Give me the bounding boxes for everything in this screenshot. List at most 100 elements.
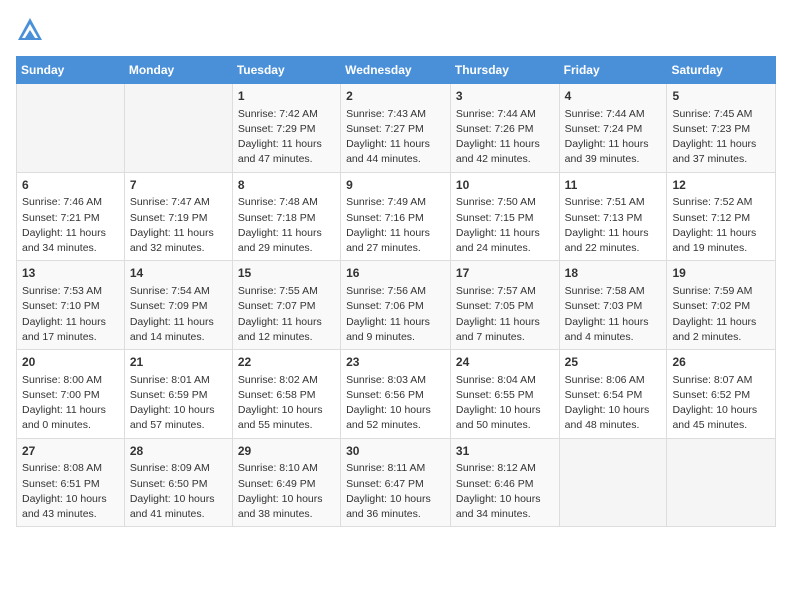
calendar-cell: 3 Sunrise: 7:44 AM Sunset: 7:26 PM Daylig… bbox=[450, 84, 559, 173]
calendar-cell: 29Sunrise: 8:10 AM Sunset: 6:49 PM Dayli… bbox=[232, 438, 340, 527]
calendar-cell: 12Sunrise: 7:52 AM Sunset: 7:12 PM Dayli… bbox=[667, 172, 776, 261]
day-info: Sunrise: 7:59 AM Sunset: 7:02 PM Dayligh… bbox=[672, 284, 770, 345]
day-info: Sunrise: 7:45 AM Sunset: 7:23 PM Dayligh… bbox=[672, 107, 770, 168]
calendar-day-header: Wednesday bbox=[341, 57, 451, 84]
day-number: 27 bbox=[22, 443, 119, 460]
day-info: Sunrise: 8:03 AM Sunset: 6:56 PM Dayligh… bbox=[346, 373, 445, 434]
calendar-day-header: Friday bbox=[559, 57, 667, 84]
day-number: 29 bbox=[238, 443, 335, 460]
calendar-body: 1Sunrise: 7:42 AM Sunset: 7:29 PM Daylig… bbox=[17, 84, 776, 527]
day-info: Sunrise: 8:06 AM Sunset: 6:54 PM Dayligh… bbox=[565, 373, 662, 434]
day-number: 23 bbox=[346, 354, 445, 371]
calendar-header-row: SundayMondayTuesdayWednesdayThursdayFrid… bbox=[17, 57, 776, 84]
day-info: Sunrise: 8:09 AM Sunset: 6:50 PM Dayligh… bbox=[130, 461, 227, 522]
calendar-week-row: 6Sunrise: 7:46 AM Sunset: 7:21 PM Daylig… bbox=[17, 172, 776, 261]
calendar-cell: 24Sunrise: 8:04 AM Sunset: 6:55 PM Dayli… bbox=[450, 350, 559, 439]
calendar-cell: 5 Sunrise: 7:45 AM Sunset: 7:23 PM Daylig… bbox=[667, 84, 776, 173]
day-number: 20 bbox=[22, 354, 119, 371]
day-number: 11 bbox=[565, 177, 662, 194]
calendar-week-row: 13 Sunrise: 7:53 AM Sunset: 7:10 PM Dayli… bbox=[17, 261, 776, 350]
calendar-cell: 23 Sunrise: 8:03 AM Sunset: 6:56 PM Dayli… bbox=[341, 350, 451, 439]
calendar-day-header: Saturday bbox=[667, 57, 776, 84]
day-info: Sunrise: 7:58 AM Sunset: 7:03 PM Dayligh… bbox=[565, 284, 662, 345]
day-number: 28 bbox=[130, 443, 227, 460]
day-info: Sunrise: 7:55 AM Sunset: 7:07 PM Dayligh… bbox=[238, 284, 335, 345]
day-info: Sunrise: 7:51 AM Sunset: 7:13 PM Dayligh… bbox=[565, 195, 662, 256]
day-number: 5 bbox=[672, 88, 770, 105]
day-number: 15 bbox=[238, 265, 335, 282]
day-info: Sunrise: 7:46 AM Sunset: 7:21 PM Dayligh… bbox=[22, 195, 119, 256]
calendar-day-header: Monday bbox=[124, 57, 232, 84]
day-info: Sunrise: 8:11 AM Sunset: 6:47 PM Dayligh… bbox=[346, 461, 445, 522]
calendar-cell: 9Sunrise: 7:49 AM Sunset: 7:16 PM Daylig… bbox=[341, 172, 451, 261]
day-info: Sunrise: 7:53 AM Sunset: 7:10 PM Dayligh… bbox=[22, 284, 119, 345]
day-number: 22 bbox=[238, 354, 335, 371]
calendar-week-row: 20 Sunrise: 8:00 AM Sunset: 7:00 PM Dayli… bbox=[17, 350, 776, 439]
calendar-cell: 25 Sunrise: 8:06 AM Sunset: 6:54 PM Dayli… bbox=[559, 350, 667, 439]
day-number: 19 bbox=[672, 265, 770, 282]
calendar-cell: 16Sunrise: 7:56 AM Sunset: 7:06 PM Dayli… bbox=[341, 261, 451, 350]
calendar-cell bbox=[559, 438, 667, 527]
calendar-cell: 31Sunrise: 8:12 AM Sunset: 6:46 PM Dayli… bbox=[450, 438, 559, 527]
day-number: 17 bbox=[456, 265, 554, 282]
calendar-cell: 11Sunrise: 7:51 AM Sunset: 7:13 PM Dayli… bbox=[559, 172, 667, 261]
calendar-cell: 15 Sunrise: 7:55 AM Sunset: 7:07 PM Dayli… bbox=[232, 261, 340, 350]
calendar-cell: 10Sunrise: 7:50 AM Sunset: 7:15 PM Dayli… bbox=[450, 172, 559, 261]
day-number: 31 bbox=[456, 443, 554, 460]
day-number: 14 bbox=[130, 265, 227, 282]
day-number: 2 bbox=[346, 88, 445, 105]
calendar-cell bbox=[667, 438, 776, 527]
day-info: Sunrise: 7:48 AM Sunset: 7:18 PM Dayligh… bbox=[238, 195, 335, 256]
day-info: Sunrise: 7:44 AM Sunset: 7:26 PM Dayligh… bbox=[456, 107, 554, 168]
day-number: 13 bbox=[22, 265, 119, 282]
calendar-cell bbox=[17, 84, 125, 173]
calendar-cell: 21Sunrise: 8:01 AM Sunset: 6:59 PM Dayli… bbox=[124, 350, 232, 439]
calendar-week-row: 1Sunrise: 7:42 AM Sunset: 7:29 PM Daylig… bbox=[17, 84, 776, 173]
day-number: 7 bbox=[130, 177, 227, 194]
day-number: 3 bbox=[456, 88, 554, 105]
calendar-table: SundayMondayTuesdayWednesdayThursdayFrid… bbox=[16, 56, 776, 527]
day-info: Sunrise: 7:43 AM Sunset: 7:27 PM Dayligh… bbox=[346, 107, 445, 168]
day-info: Sunrise: 8:12 AM Sunset: 6:46 PM Dayligh… bbox=[456, 461, 554, 522]
day-number: 8 bbox=[238, 177, 335, 194]
day-info: Sunrise: 8:04 AM Sunset: 6:55 PM Dayligh… bbox=[456, 373, 554, 434]
calendar-cell: 1Sunrise: 7:42 AM Sunset: 7:29 PM Daylig… bbox=[232, 84, 340, 173]
calendar-cell: 19 Sunrise: 7:59 AM Sunset: 7:02 PM Dayli… bbox=[667, 261, 776, 350]
calendar-cell: 6Sunrise: 7:46 AM Sunset: 7:21 PM Daylig… bbox=[17, 172, 125, 261]
day-info: Sunrise: 7:50 AM Sunset: 7:15 PM Dayligh… bbox=[456, 195, 554, 256]
day-number: 6 bbox=[22, 177, 119, 194]
day-info: Sunrise: 8:01 AM Sunset: 6:59 PM Dayligh… bbox=[130, 373, 227, 434]
day-number: 4 bbox=[565, 88, 662, 105]
day-info: Sunrise: 7:54 AM Sunset: 7:09 PM Dayligh… bbox=[130, 284, 227, 345]
day-number: 25 bbox=[565, 354, 662, 371]
calendar-week-row: 27Sunrise: 8:08 AM Sunset: 6:51 PM Dayli… bbox=[17, 438, 776, 527]
calendar-cell: 26 Sunrise: 8:07 AM Sunset: 6:52 PM Dayli… bbox=[667, 350, 776, 439]
day-number: 26 bbox=[672, 354, 770, 371]
day-number: 9 bbox=[346, 177, 445, 194]
calendar-cell: 8Sunrise: 7:48 AM Sunset: 7:18 PM Daylig… bbox=[232, 172, 340, 261]
calendar-day-header: Thursday bbox=[450, 57, 559, 84]
day-number: 1 bbox=[238, 88, 335, 105]
calendar-cell: 13 Sunrise: 7:53 AM Sunset: 7:10 PM Dayli… bbox=[17, 261, 125, 350]
calendar-cell: 28Sunrise: 8:09 AM Sunset: 6:50 PM Dayli… bbox=[124, 438, 232, 527]
calendar-cell: 4Sunrise: 7:44 AM Sunset: 7:24 PM Daylig… bbox=[559, 84, 667, 173]
calendar-day-header: Tuesday bbox=[232, 57, 340, 84]
page-header bbox=[16, 16, 776, 44]
calendar-cell: 2 Sunrise: 7:43 AM Sunset: 7:27 PM Daylig… bbox=[341, 84, 451, 173]
day-info: Sunrise: 7:57 AM Sunset: 7:05 PM Dayligh… bbox=[456, 284, 554, 345]
day-number: 30 bbox=[346, 443, 445, 460]
day-number: 18 bbox=[565, 265, 662, 282]
day-info: Sunrise: 8:02 AM Sunset: 6:58 PM Dayligh… bbox=[238, 373, 335, 434]
calendar-cell: 30Sunrise: 8:11 AM Sunset: 6:47 PM Dayli… bbox=[341, 438, 451, 527]
logo bbox=[16, 16, 48, 44]
day-number: 10 bbox=[456, 177, 554, 194]
calendar-cell: 20 Sunrise: 8:00 AM Sunset: 7:00 PM Dayli… bbox=[17, 350, 125, 439]
day-info: Sunrise: 7:52 AM Sunset: 7:12 PM Dayligh… bbox=[672, 195, 770, 256]
calendar-cell: 18 Sunrise: 7:58 AM Sunset: 7:03 PM Dayli… bbox=[559, 261, 667, 350]
day-info: Sunrise: 8:10 AM Sunset: 6:49 PM Dayligh… bbox=[238, 461, 335, 522]
calendar-cell: 22 Sunrise: 8:02 AM Sunset: 6:58 PM Dayli… bbox=[232, 350, 340, 439]
calendar-cell: 27Sunrise: 8:08 AM Sunset: 6:51 PM Dayli… bbox=[17, 438, 125, 527]
day-info: Sunrise: 8:07 AM Sunset: 6:52 PM Dayligh… bbox=[672, 373, 770, 434]
day-number: 12 bbox=[672, 177, 770, 194]
day-info: Sunrise: 8:00 AM Sunset: 7:00 PM Dayligh… bbox=[22, 373, 119, 434]
